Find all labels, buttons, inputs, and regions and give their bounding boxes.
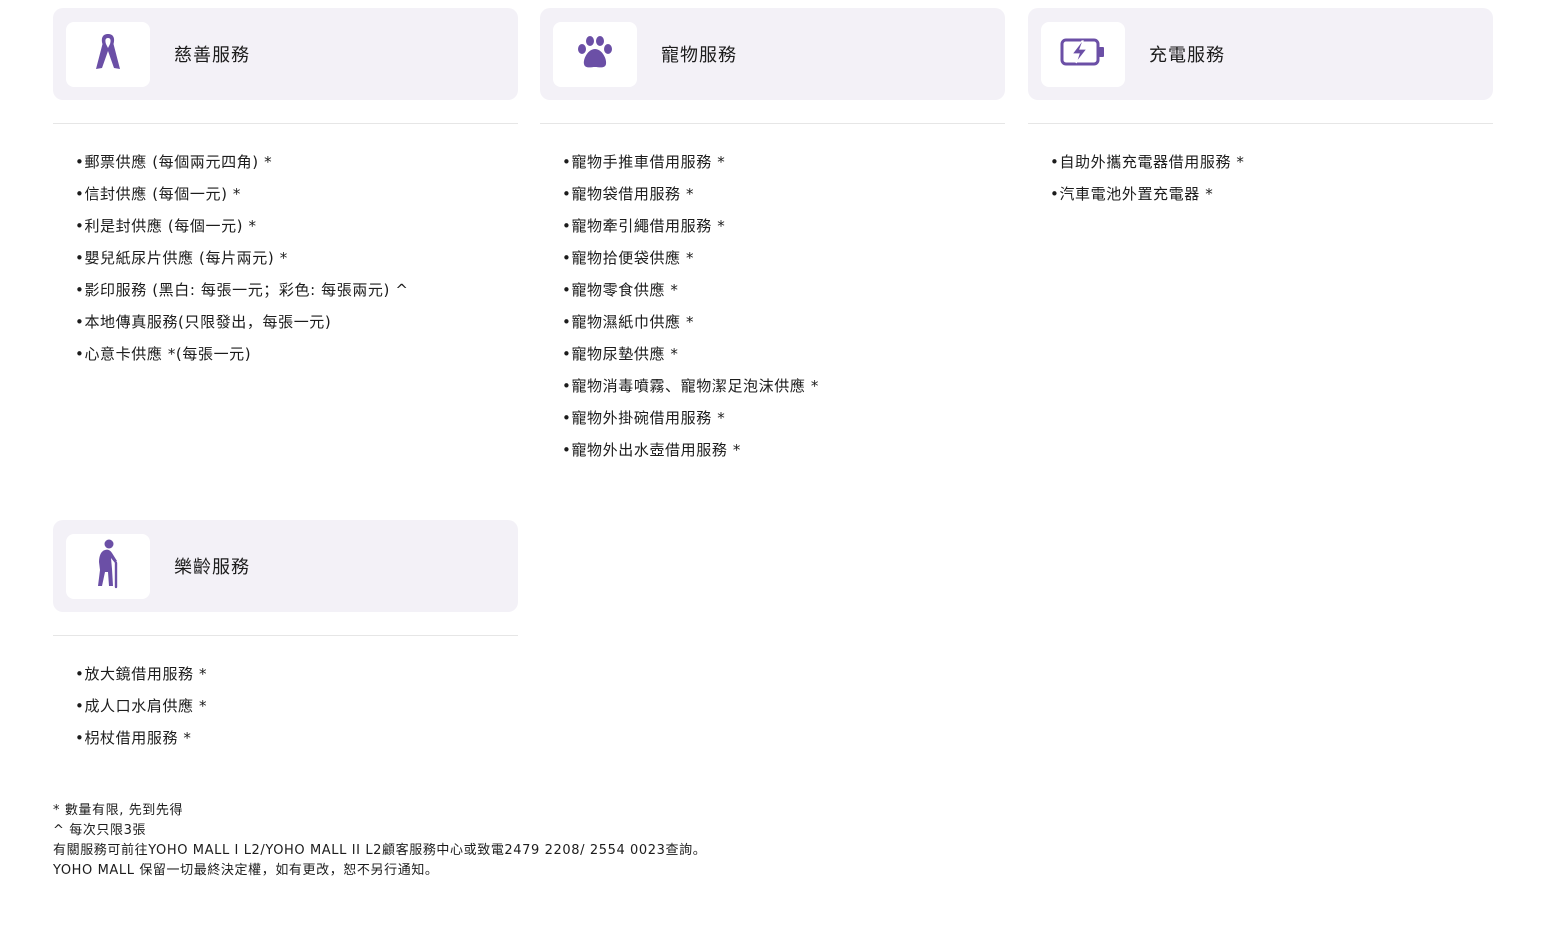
list-item: 寵物外掛碗借用服務 * (562, 402, 1005, 434)
pet-service-header[interactable]: 寵物服務 (540, 8, 1005, 100)
ribbon-icon (93, 31, 123, 77)
list-item: 利是封供應 (每個一元) * (75, 210, 518, 242)
elderly-service-header[interactable]: 樂齡服務 (53, 520, 518, 612)
elderly-person-icon (94, 539, 122, 593)
footnote-limited-supply: * 數量有限, 先到先得 (53, 803, 184, 818)
list-item: 寵物濕紙巾供應 * (562, 306, 1005, 338)
charging-service-title: 充電服務 (1149, 45, 1225, 66)
charity-service-title: 慈善服務 (174, 45, 250, 66)
list-item: 寵物袋借用服務 * (562, 178, 1005, 210)
list-item: 寵物外出水壺借用服務 * (562, 434, 1005, 466)
list-item: 影印服務 (黑白: 每張一元；彩色: 每張兩元) ^ (75, 274, 518, 306)
elderly-icon-box (66, 533, 150, 599)
paw-icon (576, 34, 614, 74)
list-item: 自助外攜充電器借用服務 * (1050, 146, 1493, 178)
elderly-service-card: 樂齡服務 放大鏡借用服務 * 成人口水肩供應 * 枴杖借用服務 * (53, 520, 518, 754)
list-item: 寵物零食供應 * (562, 274, 1005, 306)
footnote-enquiry: 有關服務可前往YOHO MALL I L2/YOHO MALL II L2顧客服… (53, 843, 707, 858)
pet-service-title: 寵物服務 (661, 45, 737, 66)
list-item: 枴杖借用服務 * (75, 722, 518, 754)
list-item: 寵物手推車借用服務 * (562, 146, 1005, 178)
list-item: 本地傳真服務(只限發出，每張一元) (75, 306, 518, 338)
charity-service-card: 慈善服務 郵票供應 (每個兩元四角) * 信封供應 (每個一元) * 利是封供應… (53, 8, 518, 370)
battery-charging-icon (1060, 37, 1106, 71)
list-item: 寵物牽引繩借用服務 * (562, 210, 1005, 242)
charging-service-header[interactable]: 充電服務 (1028, 8, 1493, 100)
list-item: 寵物消毒噴霧、寵物潔足泡沫供應 * (562, 370, 1005, 402)
charging-service-card: 充電服務 自助外攜充電器借用服務 * 汽車電池外置充電器 * (1028, 8, 1493, 210)
list-item: 郵票供應 (每個兩元四角) * (75, 146, 518, 178)
footnote-copy-limit: ^ 每次只限3張 (53, 823, 147, 838)
list-item: 嬰兒紙尿片供應 (每片兩元) * (75, 242, 518, 274)
charity-service-header[interactable]: 慈善服務 (53, 8, 518, 100)
charity-icon-box (66, 21, 150, 87)
list-item: 汽車電池外置充電器 * (1050, 178, 1493, 210)
charging-icon-box (1041, 21, 1125, 87)
list-item: 寵物拾便袋供應 * (562, 242, 1005, 274)
charity-service-list: 郵票供應 (每個兩元四角) * 信封供應 (每個一元) * 利是封供應 (每個一… (53, 124, 518, 370)
elderly-service-list: 放大鏡借用服務 * 成人口水肩供應 * 枴杖借用服務 * (53, 636, 518, 754)
list-item: 寵物尿墊供應 * (562, 338, 1005, 370)
elderly-service-title: 樂齡服務 (174, 557, 250, 578)
pet-service-card: 寵物服務 寵物手推車借用服務 * 寵物袋借用服務 * 寵物牽引繩借用服務 * 寵… (540, 8, 1005, 466)
list-item: 放大鏡借用服務 * (75, 658, 518, 690)
list-item: 信封供應 (每個一元) * (75, 178, 518, 210)
list-item: 成人口水肩供應 * (75, 690, 518, 722)
footnote-disclaimer: YOHO MALL 保留一切最終決定權，如有更改，恕不另行通知。 (53, 863, 439, 878)
pet-icon-box (553, 21, 637, 87)
list-item: 心意卡供應 *(每張一元) (75, 338, 518, 370)
charging-service-list: 自助外攜充電器借用服務 * 汽車電池外置充電器 * (1028, 124, 1493, 210)
pet-service-list: 寵物手推車借用服務 * 寵物袋借用服務 * 寵物牽引繩借用服務 * 寵物拾便袋供… (540, 124, 1005, 466)
footnotes: * 數量有限, 先到先得 ^ 每次只限3張 有關服務可前往YOHO MALL I… (53, 801, 706, 881)
